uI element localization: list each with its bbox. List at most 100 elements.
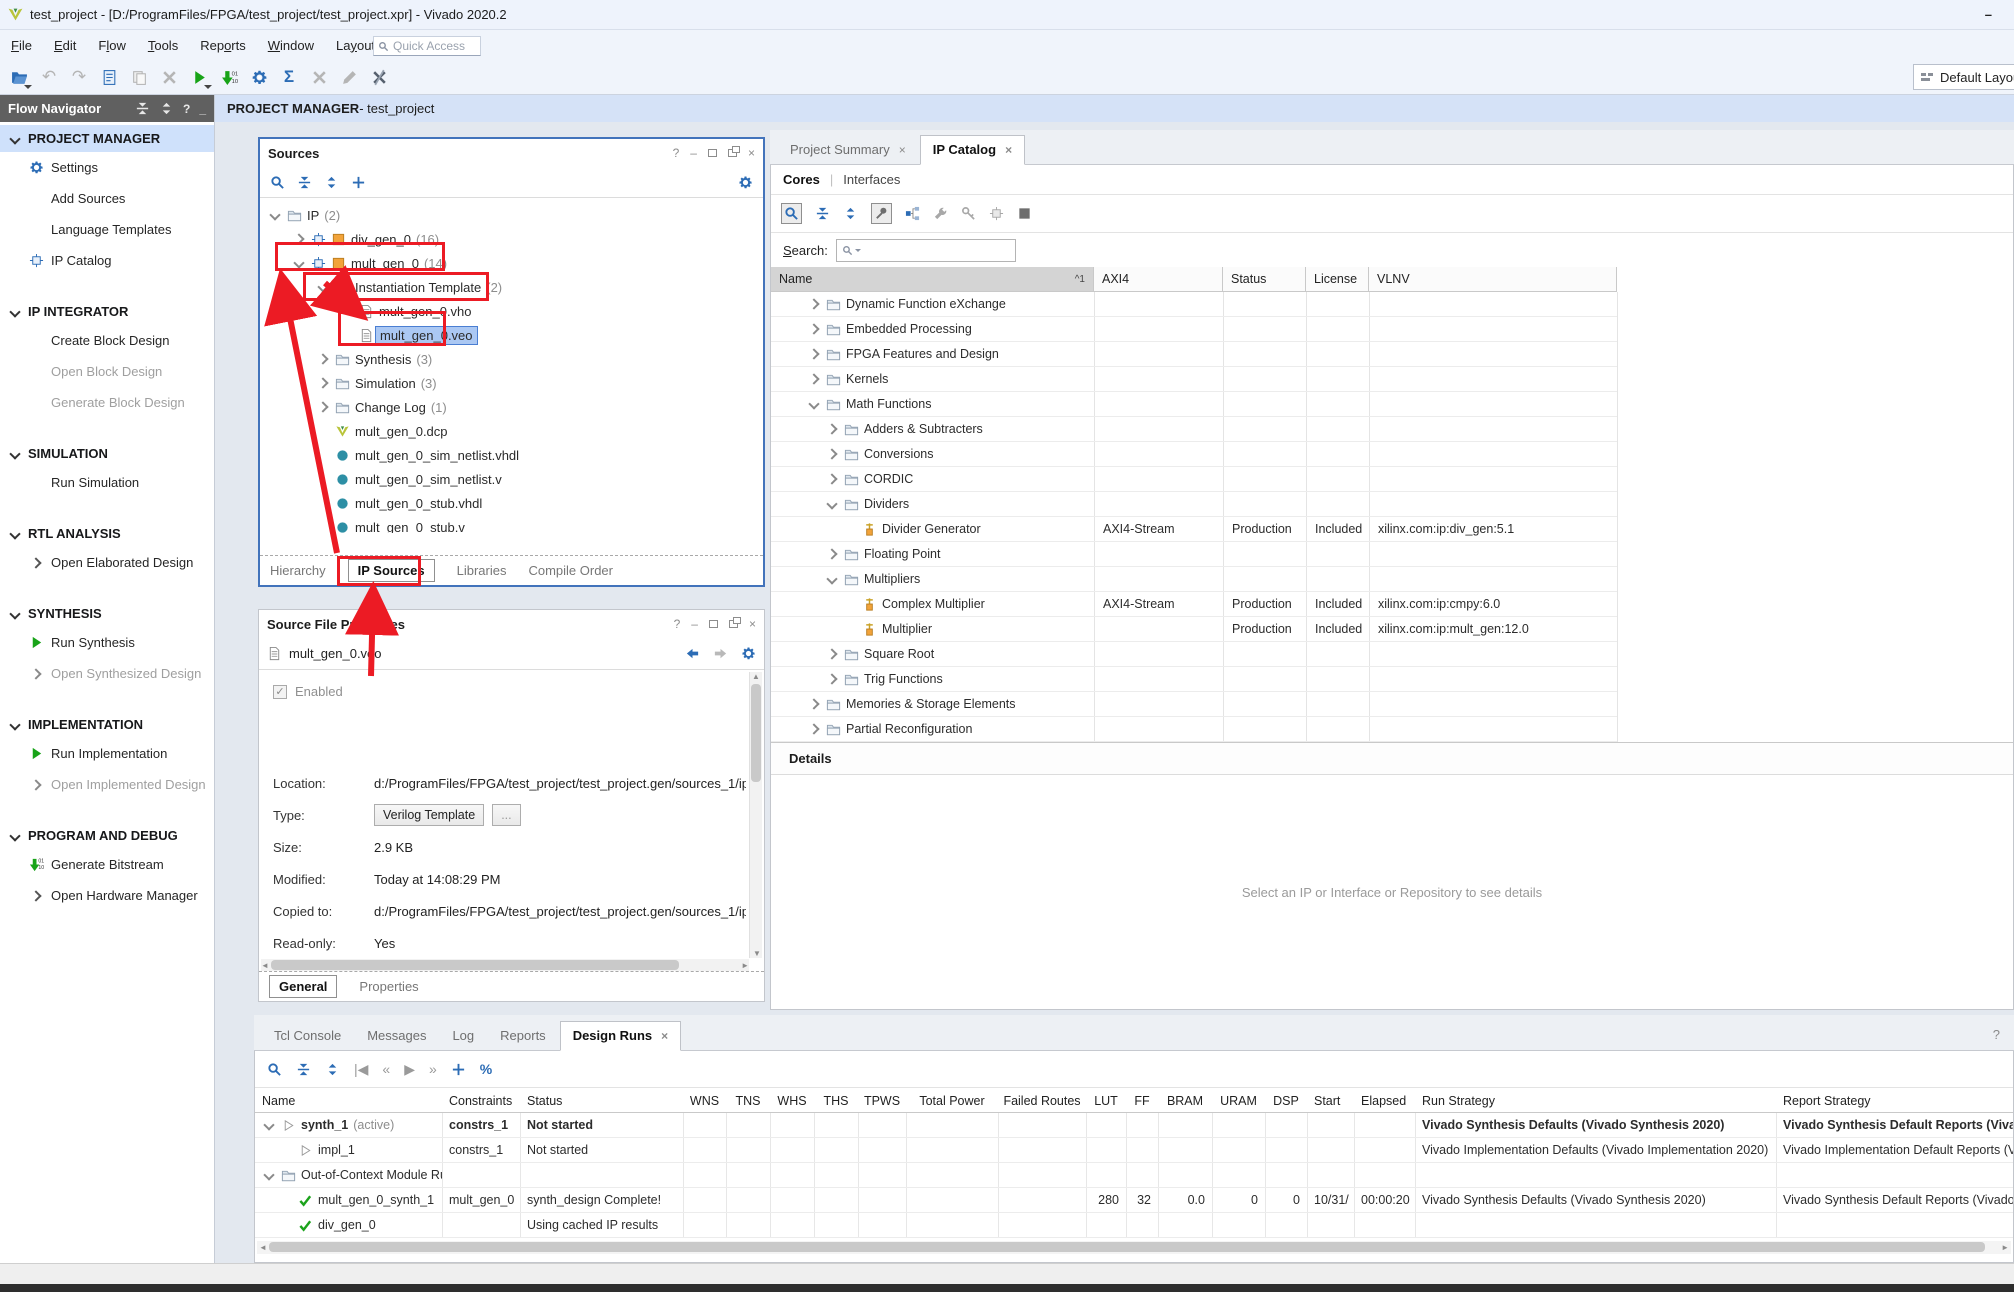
type-select-button[interactable]: Verilog Template <box>374 804 484 826</box>
tree-item-mult-gen-0-veo[interactable]: mult_gen_0.veo <box>260 323 763 347</box>
chevron-right-icon[interactable] <box>316 403 330 411</box>
column-header-license[interactable]: License <box>1306 267 1369 292</box>
catalog-row-dividers[interactable]: Dividers <box>771 492 1617 517</box>
minimize-icon[interactable]: – <box>691 617 698 631</box>
tree-item-simulation[interactable]: Simulation(3) <box>260 371 763 395</box>
flow-item-open-block-design[interactable]: Open Block Design <box>0 356 214 387</box>
close-icon[interactable]: × <box>748 146 755 160</box>
flow-section-header[interactable]: SIMULATION <box>0 440 214 467</box>
sources-tab-libraries[interactable]: Libraries <box>457 563 507 578</box>
properties-panel-header[interactable]: Source File Properties ? – × <box>259 610 764 638</box>
chevron-right-icon[interactable] <box>825 425 839 433</box>
group-hierarchy-icon[interactable] <box>905 206 920 221</box>
runs-column-bram[interactable]: BRAM <box>1158 1088 1212 1113</box>
bottom-tab-design-runs[interactable]: Design Runs× <box>560 1021 681 1051</box>
runs-column-status[interactable]: Status <box>520 1088 683 1113</box>
expand-all-icon[interactable] <box>159 101 174 116</box>
menu-edit[interactable]: Edit <box>43 34 87 57</box>
expand-all-icon[interactable] <box>325 1062 340 1077</box>
design-runs-horizontal-scrollbar[interactable]: ◄► <box>257 1241 2011 1254</box>
add-sources-icon[interactable] <box>351 175 366 190</box>
float-icon[interactable] <box>728 149 737 157</box>
tree-item-mult-gen-0-dcp[interactable]: mult_gen_0.dcp <box>260 419 763 443</box>
menu-flow[interactable]: Flow <box>87 34 136 57</box>
close-icon[interactable]: × <box>1005 143 1012 157</box>
chevron-right-icon[interactable] <box>807 375 821 383</box>
column-header-name[interactable]: Name^1 <box>771 267 1094 292</box>
catalog-row-memories-storage-elements[interactable]: Memories & Storage Elements <box>771 692 1617 717</box>
catalog-search-input[interactable] <box>836 239 1016 262</box>
redo-button[interactable]: ↷ <box>66 64 92 90</box>
tree-item-instantiation-template[interactable]: Instantiation Template(2) <box>260 275 763 299</box>
sources-panel-header[interactable]: Sources ? – × <box>260 139 763 167</box>
flow-item-ip-catalog[interactable]: IP Catalog <box>0 245 214 276</box>
chevron-right-icon[interactable] <box>807 725 821 733</box>
flow-item-generate-block-design[interactable]: Generate Block Design <box>0 387 214 418</box>
catalog-row-multiplier[interactable]: MultiplierProductionIncludedxilinx.com:i… <box>771 617 1617 642</box>
back-arrow-icon[interactable] <box>685 646 700 661</box>
collapse-all-icon[interactable] <box>815 206 830 221</box>
catalog-row-floating-point[interactable]: Floating Point <box>771 542 1617 567</box>
catalog-row-adders-subtracters[interactable]: Adders & Subtracters <box>771 417 1617 442</box>
undo-button[interactable]: ↶ <box>36 64 62 90</box>
flow-item-language-templates[interactable]: Language Templates <box>0 214 214 245</box>
save-button[interactable] <box>96 64 122 90</box>
tree-item-mult-gen-0[interactable]: mult_gen_0(14) <box>260 251 763 275</box>
chevron-down-icon[interactable] <box>268 211 282 219</box>
catalog-row-kernels[interactable]: Kernels <box>771 367 1617 392</box>
flow-item-settings[interactable]: Settings <box>0 152 214 183</box>
flow-section-header[interactable]: SYNTHESIS <box>0 600 214 627</box>
sources-tab-hierarchy[interactable]: Hierarchy <box>270 563 326 578</box>
chevron-right-icon[interactable] <box>807 700 821 708</box>
chevron-right-icon[interactable] <box>825 450 839 458</box>
flow-item-open-synthesized-design[interactable]: Open Synthesized Design <box>0 658 214 689</box>
properties-tab-properties[interactable]: Properties <box>359 979 418 994</box>
chevron-right-icon[interactable] <box>316 355 330 363</box>
catalog-row-fpga-features-and-design[interactable]: FPGA Features and Design <box>771 342 1617 367</box>
minimize-window-icon[interactable]: – <box>1985 7 1992 22</box>
folder-open-button[interactable] <box>6 64 32 90</box>
runs-column-lut[interactable]: LUT <box>1086 1088 1126 1113</box>
search-icon[interactable] <box>270 175 285 190</box>
runs-column-report_strategy[interactable]: Report Strategy <box>1776 1088 2013 1113</box>
subtab-interfaces[interactable]: Interfaces <box>843 172 900 187</box>
tree-item-div-gen-0[interactable]: div_gen_0(16) <box>260 227 763 251</box>
search-toggle[interactable] <box>781 203 802 224</box>
tree-item-mult-gen-0-vho[interactable]: mult_gen_0.vho <box>260 299 763 323</box>
chevron-right-icon[interactable] <box>807 325 821 333</box>
chevron-right-icon[interactable] <box>316 379 330 387</box>
sources-tab-compile-order[interactable]: Compile Order <box>528 563 613 578</box>
subtab-cores[interactable]: Cores <box>783 172 820 187</box>
chevron-right-icon[interactable] <box>825 675 839 683</box>
collapse-all-icon[interactable] <box>296 1062 311 1077</box>
catalog-row-complex-multiplier[interactable]: Complex MultiplierAXI4-StreamProductionI… <box>771 592 1617 617</box>
menu-tools[interactable]: Tools <box>137 34 189 57</box>
chevron-right-icon[interactable] <box>825 550 839 558</box>
help-icon[interactable]: ? <box>183 102 190 116</box>
tree-item-synthesis[interactable]: Synthesis(3) <box>260 347 763 371</box>
run-row-out-of-context-module-runs[interactable]: Out-of-Context Module Runs <box>255 1163 2013 1188</box>
settings-gear-icon[interactable] <box>741 646 756 661</box>
maximize-icon[interactable] <box>708 149 717 157</box>
chevron-down-icon[interactable] <box>316 283 330 291</box>
runs-column-wns[interactable]: WNS <box>683 1088 726 1113</box>
close-icon[interactable]: × <box>749 617 756 631</box>
bottom-tab-messages[interactable]: Messages <box>355 1022 438 1050</box>
column-header-vlnv[interactable]: VLNV <box>1369 267 1617 292</box>
runs-column-failed_routes[interactable]: Failed Routes <box>998 1088 1086 1113</box>
quick-access-search[interactable]: Quick Access <box>373 36 481 56</box>
expand-all-icon[interactable] <box>843 206 858 221</box>
tree-item-mult-gen-0-sim-netlist-v[interactable]: mult_gen_0_sim_netlist.v <box>260 467 763 491</box>
column-header-axi4[interactable]: AXI4 <box>1094 267 1223 292</box>
flow-item-open-elaborated-design[interactable]: Open Elaborated Design <box>0 547 214 578</box>
minimize-icon[interactable]: – <box>690 146 697 160</box>
menu-window[interactable]: Window <box>257 34 325 57</box>
tree-item-mult-gen-0-stub-vhdl[interactable]: mult_gen_0_stub.vhdl <box>260 491 763 515</box>
chevron-right-icon[interactable] <box>825 475 839 483</box>
catalog-row-conversions[interactable]: Conversions <box>771 442 1617 467</box>
catalog-row-divider-generator[interactable]: Divider GeneratorAXI4-StreamProductionIn… <box>771 517 1617 542</box>
runs-column-ths[interactable]: THS <box>814 1088 858 1113</box>
maximize-icon[interactable] <box>709 620 718 628</box>
run-row-mult-gen-0-synth-1[interactable]: mult_gen_0_synth_1mult_gen_0synth_design… <box>255 1188 2013 1213</box>
cancel-button[interactable] <box>306 64 332 90</box>
